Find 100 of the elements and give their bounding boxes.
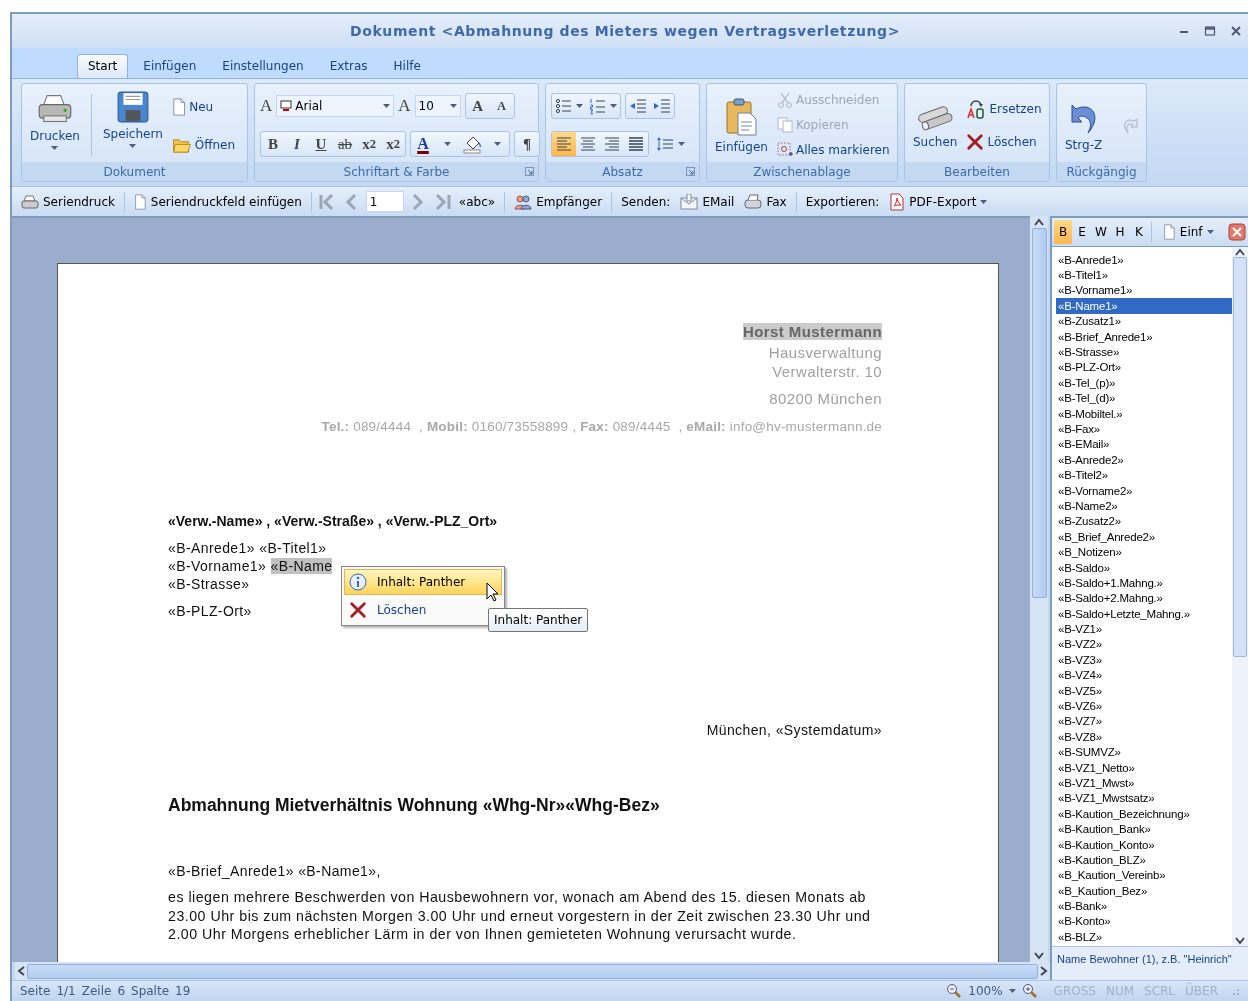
list-item[interactable]: «B-Titel2» <box>1056 467 1232 483</box>
field-group-tab[interactable]: K <box>1130 220 1148 244</box>
list-item[interactable]: «B-Tel_(p)» <box>1056 375 1232 391</box>
field-group-tab[interactable]: E <box>1073 220 1091 244</box>
list-item[interactable]: «B-Fax» <box>1056 421 1232 437</box>
search-button[interactable]: Suchen <box>910 88 961 162</box>
select-all-button[interactable]: Alles markieren <box>774 140 892 161</box>
list-item[interactable]: «B-Anrede1» <box>1056 252 1232 268</box>
list-item[interactable]: «B-VZ1_Mwst» <box>1056 775 1232 791</box>
list-item[interactable]: «B-VZ1» <box>1056 621 1232 637</box>
print-button[interactable]: Drucken <box>27 88 83 162</box>
toolbar-button[interactable]: «abc» <box>455 192 499 211</box>
list-item[interactable]: «B-Vorname2» <box>1056 482 1232 499</box>
italic-button[interactable]: I <box>285 132 309 156</box>
list-item[interactable]: «B-VZ3» <box>1056 652 1232 668</box>
list-item[interactable]: «B_Kaution_Bez» <box>1056 883 1232 899</box>
list-item[interactable]: «B-Strasse» <box>1056 344 1232 360</box>
open-button[interactable]: Öffnen <box>169 134 238 155</box>
font-size-combo[interactable]: 10 <box>414 95 461 117</box>
zoom-in-icon[interactable] <box>1021 983 1038 999</box>
field-group-tab[interactable]: H <box>1111 220 1129 244</box>
list-item[interactable]: «B-VZ2» <box>1056 636 1232 653</box>
dialog-launcher-icon[interactable] <box>686 167 695 176</box>
list-item[interactable]: «B_Kaution_Vereinb» <box>1056 867 1232 883</box>
list-item[interactable]: «B-VZ4» <box>1056 667 1232 683</box>
list-item[interactable]: «B-Saldo+1.Mahng.» <box>1056 575 1232 591</box>
toolbar-button[interactable]: Seriendruckfeld einfügen <box>130 191 305 212</box>
list-item[interactable]: «B-Saldo» <box>1056 559 1232 576</box>
close-icon[interactable] <box>1230 25 1242 37</box>
list-item[interactable]: «B-BLZ» <box>1056 929 1232 945</box>
list-item[interactable]: «B-Saldo+2.Mahng.» <box>1056 590 1232 606</box>
grow-font-button[interactable]: A <box>465 94 490 118</box>
list-item[interactable]: «B-EMail» <box>1056 436 1232 453</box>
dialog-launcher-icon[interactable] <box>525 167 534 176</box>
list-item[interactable]: «B_Brief_Anrede2» <box>1056 529 1232 545</box>
list-item[interactable]: «B-Saldo+Letzte_Mahng.» <box>1056 606 1232 622</box>
bold-button[interactable]: B <box>261 132 285 156</box>
list-item[interactable]: «B-Konto» <box>1056 913 1232 930</box>
list-item[interactable]: «B-Anrede2» <box>1056 452 1232 468</box>
menu-item[interactable]: Löschen <box>344 597 436 623</box>
field-group-tab[interactable]: W <box>1092 220 1110 244</box>
list-item[interactable]: «B-Kaution_Konto» <box>1056 836 1232 853</box>
ribbon-tab[interactable]: Einstellungen <box>211 54 315 78</box>
toolbar-button[interactable]: Seriendruck <box>18 191 118 212</box>
list-item[interactable]: «B-Kaution_Bezeichnung» <box>1056 806 1232 822</box>
ribbon-tab[interactable]: Einfügen <box>132 54 208 78</box>
merge-field[interactable]: «B-Name <box>270 558 333 574</box>
list-item[interactable]: «B-Bank» <box>1056 898 1232 914</box>
list-item[interactable]: «B-VZ6» <box>1056 698 1232 714</box>
underline-button[interactable]: U <box>309 132 333 156</box>
list-item[interactable]: «B_Notizen» <box>1056 544 1232 560</box>
list-item[interactable]: «B-Zusatz2» <box>1056 513 1232 530</box>
toolbar-button[interactable]: Empfänger <box>511 191 606 212</box>
merge-field[interactable]: Horst Mustermann <box>743 323 882 340</box>
list-item[interactable]: «B-VZ1_Mwstsatz» <box>1056 790 1232 807</box>
zoom-out-icon[interactable] <box>946 983 963 999</box>
list-item[interactable]: «B-Titel1» <box>1056 267 1232 283</box>
toolbar-button[interactable]: EMail <box>677 191 738 212</box>
delete-button[interactable]: Löschen <box>964 131 1044 153</box>
alignment-button[interactable] <box>552 132 576 156</box>
paragraph-mark-button[interactable]: ¶ <box>515 132 539 156</box>
toolbar-button[interactable]: PDF-Export <box>886 190 991 213</box>
list-item[interactable]: «B-VZ8» <box>1056 729 1232 745</box>
close-icon[interactable] <box>1228 223 1246 241</box>
toolbar-button[interactable]: Fax <box>741 191 790 212</box>
list-item[interactable]: «B-Name2» <box>1056 498 1232 514</box>
vertical-scrollbar[interactable] <box>1232 247 1248 946</box>
insert-button[interactable]: Einf <box>1161 222 1216 242</box>
list-item[interactable]: «B-Kaution_BLZ» <box>1056 852 1232 868</box>
scroll-thumb[interactable] <box>1233 257 1247 657</box>
undo-button[interactable]: Strg-Z <box>1062 88 1106 162</box>
list-item[interactable]: «B-Mobiltel.» <box>1056 405 1232 422</box>
maximize-icon[interactable] <box>1204 25 1216 37</box>
ribbon-tab[interactable]: Start <box>77 54 129 78</box>
strikethrough-button[interactable]: ab <box>333 132 357 156</box>
font-combo[interactable]: Arial <box>276 95 395 117</box>
font-color-button[interactable]: A <box>411 132 435 156</box>
vertical-scrollbar[interactable] <box>1030 216 1048 962</box>
page-number-field[interactable]: 1 <box>365 191 404 212</box>
list-item[interactable]: «B-Tel_(d)» <box>1056 390 1232 406</box>
list-item[interactable]: «B-VZ7» <box>1056 713 1232 730</box>
field-group-tab[interactable]: B <box>1054 220 1072 244</box>
list-item[interactable]: «B-Kaution_Bank» <box>1056 821 1232 837</box>
list-item[interactable]: «B-PLZ-Ort» <box>1056 359 1232 376</box>
paste-button[interactable]: Einfügen <box>712 88 771 162</box>
ribbon-tab[interactable]: Hilfe <box>382 54 432 78</box>
new-button[interactable]: Neu <box>169 95 238 118</box>
list-item[interactable]: «B-VZ5» <box>1056 682 1232 699</box>
list-item[interactable]: «B-VZ1_Netto» <box>1056 759 1232 776</box>
list-item[interactable]: «B-Vorname1» <box>1056 282 1232 299</box>
menu-item[interactable]: Inhalt: Panther <box>344 569 502 595</box>
save-button[interactable]: Speichern <box>99 88 166 162</box>
scroll-thumb[interactable] <box>1031 228 1047 598</box>
list-item[interactable]: «B-Name1» <box>1056 298 1232 314</box>
shrink-font-button[interactable]: A <box>489 94 514 118</box>
ribbon-tab[interactable]: Extras <box>318 54 379 78</box>
list-item[interactable]: «B-Brief_Anrede1» <box>1056 328 1232 345</box>
replace-button[interactable]: Ersetzen <box>964 97 1044 121</box>
list-item[interactable]: «B-SUMVZ» <box>1056 744 1232 760</box>
list-item[interactable]: «B-Zusatz1» <box>1056 313 1232 329</box>
